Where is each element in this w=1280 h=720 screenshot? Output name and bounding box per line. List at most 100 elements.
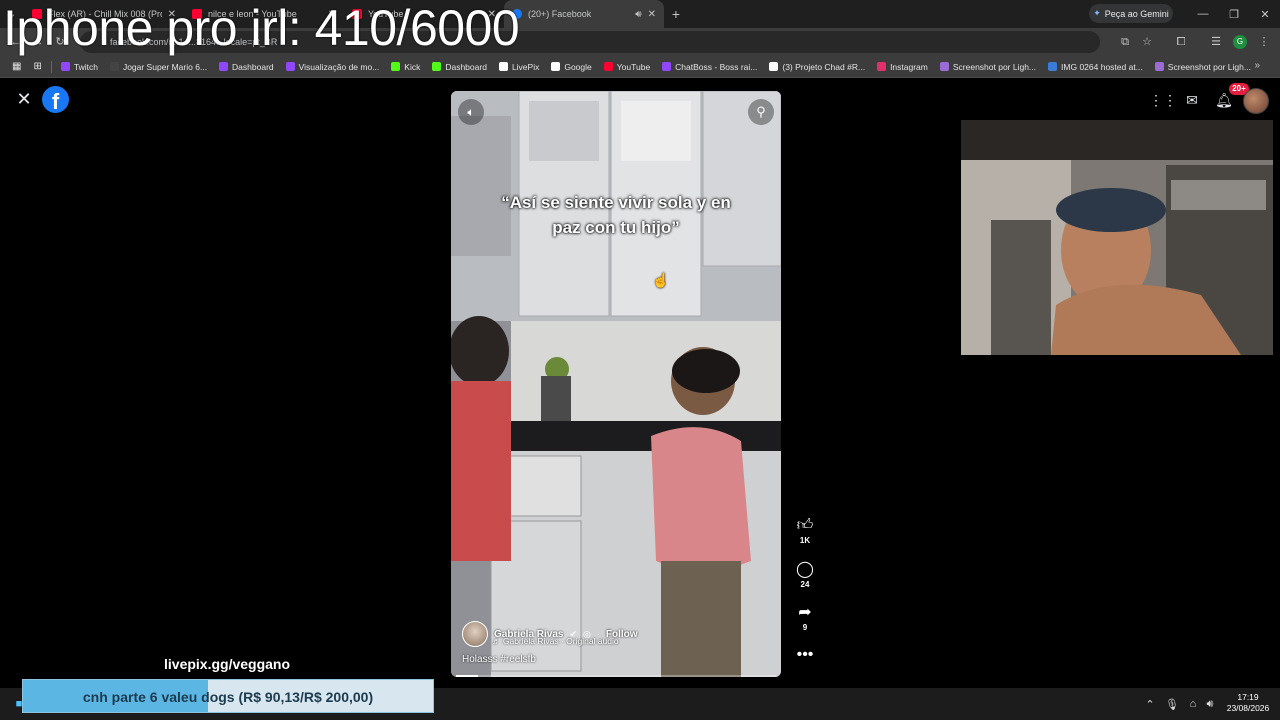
close-tab-icon[interactable]: ✕ [648,9,656,20]
bookmark-label: Twitch [73,61,98,72]
bookmark-label: Instagram [890,61,928,72]
bookmark-item[interactable]: ChatBoss - Boss rai... [656,56,763,78]
gemini-button[interactable]: ✦ Peça ao Gemini [1089,4,1173,23]
clock-date: 23/08/2026 [1226,703,1270,713]
bookmark-label: Dashboard [232,61,274,72]
bookmark-list: Twitch Jogar Super Mario 6... Dashboard Vis… [55,56,1257,78]
mute-icon[interactable]: 🔈︎ [458,99,484,125]
screen: { "stream": { "title": "Iphone pro irl: … [0,0,1280,720]
messenger-icon[interactable]: ✉ [1181,89,1203,111]
bookmark-item[interactable]: (3) Projeto Chad #R... [763,56,871,78]
tab-audio-icon[interactable]: 🔊︎ [635,9,641,20]
bookmark-item[interactable]: Jogar Super Mario 6... [104,56,213,78]
reel-video[interactable] [451,91,781,677]
bookmark-label: LivePix [511,61,540,72]
network-icon[interactable]: ⌂ [1186,698,1200,710]
bookmark-favicon-icon [769,62,779,71]
volume-icon[interactable]: 🔊︎ [1203,698,1217,711]
bookmark-item[interactable]: Instagram [871,56,934,78]
reel-audio[interactable]: ♬ Gabriela Rivas · Original audio [492,636,619,646]
bookmark-favicon-icon [285,62,295,71]
comment-count: 24 [800,580,810,589]
menu-grid-icon[interactable]: ⋮⋮ [1149,89,1177,111]
extensions-icon[interactable]: ⧠ [1173,34,1189,50]
share-button[interactable]: ➦ 9 [790,604,820,634]
bookmark-label: Google [564,61,592,72]
bookmark-item[interactable]: Visualização de mo... [280,56,386,78]
more-icon: ••• [796,646,814,663]
profile-avatar[interactable]: G [1233,35,1247,49]
reel-caption: “Así se siente vivir sola y en paz con t… [501,193,731,237]
bookmark-item[interactable]: Google [545,56,597,78]
bookmark-favicon-icon [109,62,119,71]
bookmark-favicon-icon [603,62,613,71]
minimize-button[interactable]: — [1187,0,1219,28]
bookmark-label: Kick [404,61,421,72]
close-reel-icon[interactable]: ✕ [14,89,34,109]
bookmark-favicon-icon [1048,62,1058,71]
bookmark-star-icon[interactable]: ☆ [1139,34,1155,50]
show-hidden-icons-icon[interactable]: ⌃ [1143,698,1157,711]
taskbar-clock[interactable]: 17:19 23/08/2026 [1222,692,1274,714]
bookmark-item[interactable]: Kick [385,56,426,78]
facebook-logo[interactable]: f [42,86,69,113]
bookmark-item[interactable]: Screenshot por Ligh... [934,56,1042,78]
bookmarks-divider [50,60,52,73]
microphone-icon[interactable]: 🎙︎ [1165,698,1179,711]
bookmark-item[interactable]: Dashboard [213,56,280,78]
close-window-button[interactable]: ✕ [1249,0,1280,28]
clock-time: 17:19 [1237,692,1259,702]
like-icon: 👍︎ [796,517,814,534]
share-icon: ➦ [798,604,812,621]
like-count: 1K [799,536,811,545]
bookmark-label: ChatBoss - Boss rai... [675,61,758,72]
donation-goal-text: cnh parte 6 valeu dogs (R$ 90,13/R$ 200,… [82,689,374,705]
author-avatar[interactable] [462,621,488,647]
tab-grid-icon[interactable]: ⊞ [27,56,47,78]
comment-button[interactable]: ◯ 24 [790,561,820,591]
reel-progress-bar[interactable] [456,675,776,677]
bookmark-favicon-icon [877,62,887,71]
bookmark-favicon-icon [432,62,442,71]
share-count: 9 [802,623,808,632]
bookmark-item[interactable]: YouTube [598,56,656,78]
maximize-button[interactable]: ❐ [1218,0,1250,28]
bookmark-item[interactable]: Screenshot por Ligh... [1149,56,1257,78]
chrome-menu-icon[interactable]: ⋮ [1256,34,1272,50]
bookmark-favicon-icon [391,62,401,71]
reading-list-icon[interactable]: ☰ [1208,34,1224,50]
new-tab-button[interactable]: + [664,6,688,22]
bookmark-favicon-icon [551,62,561,71]
bookmark-favicon-icon [662,62,672,71]
webcam-feed [961,120,1273,355]
bookmark-item[interactable]: LivePix [493,56,545,78]
account-avatar[interactable] [1243,88,1269,114]
mouse-cursor-icon: ☝ [652,272,670,288]
like-button[interactable]: 👍︎ 1K [790,517,820,547]
bookmark-item[interactable]: Twitch [55,56,104,78]
bookmark-favicon-icon [60,62,70,71]
bookmarks-bar: ▦ ⊞ Twitch Jogar Super Mario 6... Dashboar… [0,56,1280,78]
more-options-button[interactable]: ••• [790,646,820,664]
browser-tab[interactable]: (20+) Facebook 🔊︎ ✕ [504,0,664,28]
bookmark-item[interactable]: Dashboard [426,56,493,78]
webcam-frame [961,120,1273,355]
search-icon[interactable]: ⚲ [748,99,774,125]
bookmark-label: Screenshot por Ligh... [1167,61,1251,72]
stream-title: Iphone pro irl: 410/6000 [3,0,520,56]
tab-title: (20+) Facebook [528,9,592,19]
cast-icon[interactable]: ⧉ [1117,34,1133,50]
bookmark-favicon-icon [1154,62,1164,71]
comment-icon: ◯ [796,561,814,578]
reel-description: Holasss #reelsfb [462,654,536,665]
bookmark-label: IMG 0264 hosted at... [1061,61,1143,72]
bookmark-favicon-icon [498,62,508,71]
bookmark-item[interactable]: IMG 0264 hosted at... [1042,56,1149,78]
bookmark-label: Visualização de mo... [298,61,380,72]
apps-icon[interactable]: ▦ [6,56,27,78]
donation-goal-bar: cnh parte 6 valeu dogs (R$ 90,13/R$ 200,… [22,679,434,713]
gemini-label: Peça ao Gemini [1104,8,1169,19]
reel-progress-fill [456,675,479,677]
reel-video-frame [451,91,781,677]
more-bookmarks-icon[interactable]: » [1254,60,1260,71]
